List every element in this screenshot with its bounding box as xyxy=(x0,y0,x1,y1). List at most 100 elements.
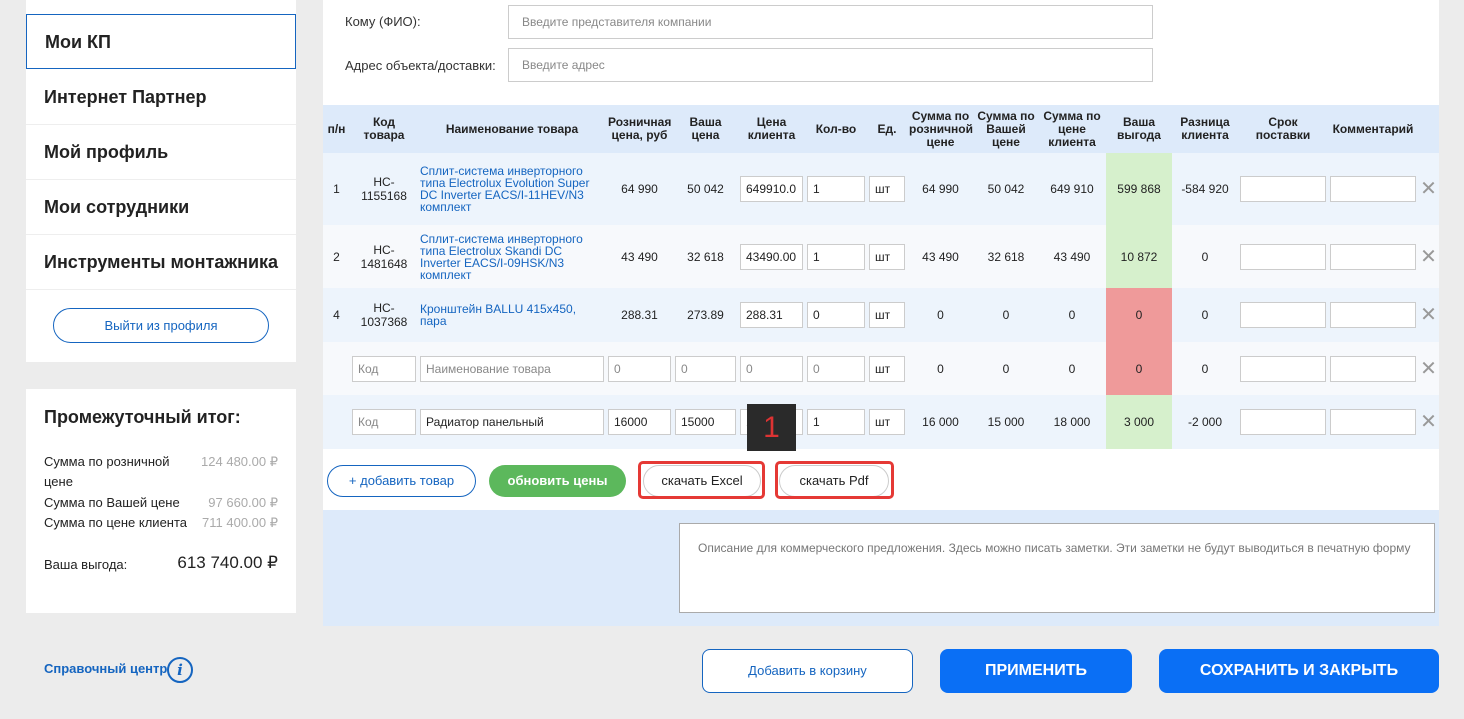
sidebar-item-my-profile[interactable]: Мой профиль xyxy=(26,125,296,180)
col-header: Срок поставки xyxy=(1238,105,1328,153)
step-marker: 1 xyxy=(747,404,796,451)
subtotal-retail-value: 124 480.00 ₽ xyxy=(201,454,278,469)
unit-select[interactable]: шт xyxy=(869,409,905,435)
qty-input[interactable]: 0 xyxy=(807,302,865,328)
comment-input[interactable] xyxy=(1330,176,1416,202)
unit-select[interactable]: шт xyxy=(869,176,905,202)
comment-input[interactable] xyxy=(1330,302,1416,328)
delete-icon[interactable]: ✕ xyxy=(1420,246,1437,268)
row-product-link[interactable]: Сплит-система инверторного типа Electrol… xyxy=(418,153,606,225)
unit-select[interactable]: шт xyxy=(869,243,905,270)
row-num: 2 xyxy=(323,225,350,288)
col-header: Цена клиента xyxy=(738,105,805,153)
row-benefit: 599 868 xyxy=(1106,153,1172,225)
sidebar-menu: Мои КП Интернет Партнер Мой профиль Мои … xyxy=(26,0,296,362)
row-sum-client: 0 xyxy=(1038,288,1106,342)
save-and-close-button[interactable]: СОХРАНИТЬ И ЗАКРЫТЬ xyxy=(1159,649,1439,693)
row-num: 4 xyxy=(323,288,350,342)
delivery-term-input[interactable] xyxy=(1240,355,1326,382)
row-diff: 0 xyxy=(1172,288,1238,342)
pdf-highlight-box xyxy=(775,461,894,499)
col-header: Розничная цена, руб xyxy=(606,105,673,153)
row-your-price: 32 618 xyxy=(673,225,738,288)
your-price-input[interactable]: 15000 xyxy=(675,409,736,435)
delivery-term-input[interactable] xyxy=(1240,302,1326,328)
delete-icon[interactable]: ✕ xyxy=(1420,304,1437,326)
client-price-input[interactable]: 649910.0 xyxy=(740,176,803,202)
comment-input[interactable] xyxy=(1330,409,1416,435)
sidebar-item-internet-partner[interactable]: Интернет Партнер xyxy=(26,70,296,125)
excel-highlight-box xyxy=(638,461,765,499)
subtotal-benefit-label: Ваша выгода: xyxy=(44,557,128,572)
col-header: п/н xyxy=(323,105,350,153)
subtotal-client-value: 711 400.00 ₽ xyxy=(202,515,278,530)
row-num xyxy=(323,395,350,449)
delete-icon[interactable]: ✕ xyxy=(1420,358,1437,380)
sidebar-item-installer-tools[interactable]: Инструменты монтажника xyxy=(26,235,296,290)
row-benefit: 3 000 xyxy=(1106,395,1172,449)
unit-select[interactable]: шт xyxy=(869,302,905,328)
col-header: Ваша выгода xyxy=(1106,105,1172,153)
retail-price-input[interactable]: 0 xyxy=(608,355,671,382)
delivery-term-input[interactable] xyxy=(1240,243,1326,270)
add-product-button[interactable]: + добавить товар xyxy=(327,465,476,497)
row-sum-retail: 0 xyxy=(907,288,974,342)
row-sum-retail: 64 990 xyxy=(907,153,974,225)
row-sum-your: 0 xyxy=(974,288,1038,342)
row-diff: 0 xyxy=(1172,225,1238,288)
product-name-input[interactable]: Наименование товара xyxy=(420,355,604,382)
code-input[interactable]: Код xyxy=(352,409,416,435)
to-input[interactable]: Введите представителя компании xyxy=(508,5,1153,39)
subtotal-benefit-value: 613 740.00 ₽ xyxy=(177,553,278,572)
col-header: Наименование товара xyxy=(418,105,606,153)
description-textarea[interactable]: Описание для коммерческого предложения. … xyxy=(679,523,1435,613)
client-price-input[interactable]: 0 xyxy=(740,355,803,382)
comment-input[interactable] xyxy=(1330,355,1416,382)
row-code: HC-1481648 xyxy=(350,225,418,288)
main-panel: Кому (ФИО): Введите представителя компан… xyxy=(323,0,1439,626)
logout-button[interactable]: Выйти из профиля xyxy=(53,308,269,343)
product-name-input[interactable]: Радиатор панельный xyxy=(420,409,604,435)
address-input[interactable]: Введите адрес xyxy=(508,48,1153,82)
unit-select[interactable]: шт xyxy=(869,355,905,382)
row-sum-retail: 0 xyxy=(907,342,974,395)
col-header: Ваша цена xyxy=(673,105,738,153)
row-sum-your: 32 618 xyxy=(974,225,1038,288)
row-product-link[interactable]: Сплит-система инверторного типа Electrol… xyxy=(418,225,606,288)
subtotal-client-label: Сумма по цене клиента xyxy=(44,515,188,530)
your-price-input[interactable]: 0 xyxy=(675,355,736,382)
add-to-cart-button[interactable]: Добавить в корзину xyxy=(702,649,913,693)
row-product-link[interactable]: Кронштейн BALLU 415x450, пара xyxy=(418,288,606,342)
qty-input[interactable]: 1 xyxy=(807,409,865,435)
apply-button[interactable]: ПРИМЕНИТЬ xyxy=(940,649,1132,693)
col-header: Сумма по розничной цене xyxy=(907,105,974,153)
delete-icon[interactable]: ✕ xyxy=(1420,411,1437,433)
help-center-link[interactable]: Справочный центр xyxy=(44,656,167,682)
qty-input[interactable]: 0 xyxy=(807,355,865,382)
info-icon[interactable]: i xyxy=(167,657,193,683)
delivery-term-input[interactable] xyxy=(1240,176,1326,202)
col-header-empty xyxy=(1418,105,1439,153)
retail-price-input[interactable]: 16000 xyxy=(608,409,671,435)
code-input[interactable]: Код xyxy=(352,355,416,382)
qty-input[interactable]: 1 xyxy=(807,176,865,202)
client-price-input[interactable]: 288.31 xyxy=(740,302,803,328)
qty-input[interactable]: 1 xyxy=(807,243,865,270)
refresh-prices-button[interactable]: обновить цены xyxy=(489,465,626,497)
row-diff: 0 xyxy=(1172,342,1238,395)
row-diff: -584 920 xyxy=(1172,153,1238,225)
sidebar-item-my-employees[interactable]: Мои сотрудники xyxy=(26,180,296,235)
col-header: Разница клиента xyxy=(1172,105,1238,153)
subtotal-title: Промежуточный итог: xyxy=(44,407,241,427)
subtotal-panel: Промежуточный итог: Сумма по розничной ц… xyxy=(26,389,296,613)
sidebar-item-my-kp[interactable]: Мои КП xyxy=(26,14,296,69)
table-row: Код Радиатор панельный 16000 15000 18000… xyxy=(323,395,1439,449)
client-price-input[interactable]: 43490.00 xyxy=(740,243,803,270)
comment-input[interactable] xyxy=(1330,243,1416,270)
row-code: HC-1037368 xyxy=(350,288,418,342)
delete-icon[interactable]: ✕ xyxy=(1420,178,1437,200)
delivery-term-input[interactable] xyxy=(1240,409,1326,435)
row-benefit: 0 xyxy=(1106,342,1172,395)
col-header: Кол-во xyxy=(805,105,867,153)
row-sum-retail: 16 000 xyxy=(907,395,974,449)
